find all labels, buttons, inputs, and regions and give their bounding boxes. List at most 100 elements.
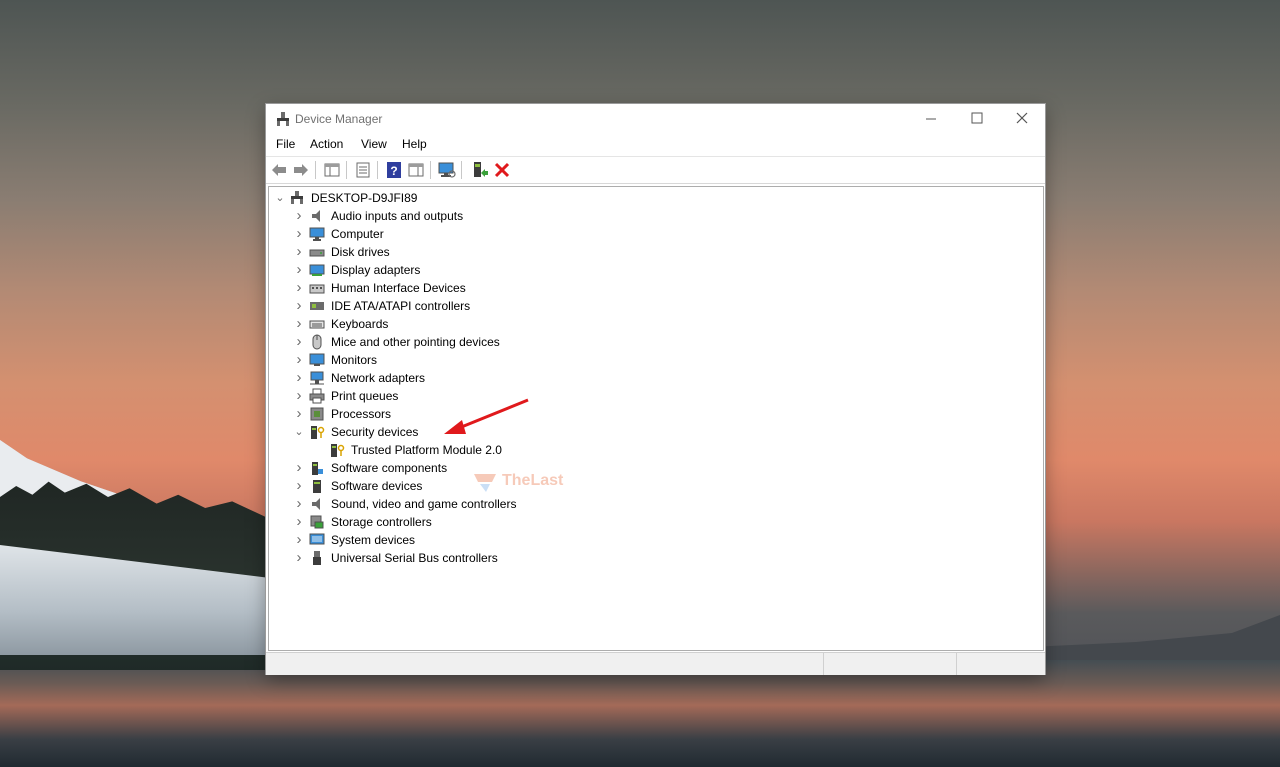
tree-item-label: System devices bbox=[331, 533, 416, 547]
tree-child-item[interactable]: Trusted Platform Module 2.0 bbox=[269, 441, 969, 459]
status-divider bbox=[823, 653, 824, 675]
chevron-right-icon[interactable]: › bbox=[292, 243, 306, 261]
action-pane-icon[interactable] bbox=[407, 161, 425, 179]
tree-item-label: Computer bbox=[331, 227, 384, 241]
menu-bar: File Action View Help bbox=[266, 134, 1045, 156]
forward-arrow-icon[interactable] bbox=[292, 161, 310, 179]
software-component-icon bbox=[312, 462, 323, 475]
chevron-right-icon[interactable]: › bbox=[292, 477, 306, 495]
sound-controller-icon bbox=[312, 498, 320, 510]
maximize-button[interactable] bbox=[954, 104, 1000, 134]
chevron-right-icon[interactable]: › bbox=[292, 225, 306, 243]
tree-category-item[interactable]: › Monitors bbox=[269, 351, 969, 369]
chevron-down-icon[interactable]: ⌄ bbox=[292, 423, 306, 441]
status-divider bbox=[956, 653, 957, 675]
window-title: Device Manager bbox=[295, 112, 383, 126]
chevron-right-icon[interactable]: › bbox=[292, 279, 306, 297]
device-tree: ⌄ DESKTOP-D9JFI89 › Audio inputs and outp… bbox=[268, 186, 1044, 651]
tree-category-item[interactable]: › Computer bbox=[269, 225, 969, 243]
chevron-right-icon[interactable]: › bbox=[292, 207, 306, 225]
chevron-right-icon[interactable]: › bbox=[292, 405, 306, 423]
toolbar: ? bbox=[266, 156, 1045, 184]
chevron-right-icon[interactable]: › bbox=[292, 495, 306, 513]
help-icon[interactable]: ? bbox=[385, 161, 403, 179]
tree-item-label: Trusted Platform Module 2.0 bbox=[351, 443, 502, 457]
close-button[interactable] bbox=[999, 104, 1045, 134]
tree-item-label: Sound, video and game controllers bbox=[331, 497, 517, 511]
tree-category-item[interactable]: › Sound, video and game controllers bbox=[269, 495, 969, 513]
properties-icon[interactable] bbox=[354, 161, 372, 179]
tree-category-item[interactable]: › Print queues bbox=[269, 387, 969, 405]
tree-item-label: Security devices bbox=[331, 425, 419, 439]
chevron-right-icon[interactable]: › bbox=[292, 351, 306, 369]
back-arrow-icon[interactable] bbox=[270, 161, 288, 179]
tree-category-item[interactable]: › Audio inputs and outputs bbox=[269, 207, 969, 225]
tree-item-label: Software devices bbox=[331, 479, 423, 493]
computer-root-icon bbox=[291, 191, 303, 204]
disk-drive-icon bbox=[309, 249, 325, 257]
tree-category-item[interactable]: › Network adapters bbox=[269, 369, 969, 387]
title-bar[interactable]: Device Manager bbox=[266, 104, 1045, 134]
ridge-background bbox=[1040, 615, 1280, 660]
tree-category-item[interactable]: › Processors bbox=[269, 405, 969, 423]
device-manager-icon bbox=[277, 112, 289, 126]
chevron-right-icon[interactable]: › bbox=[292, 549, 306, 567]
tree-root-label: DESKTOP-D9JFI89 bbox=[311, 191, 418, 205]
tree-item-label: Mice and other pointing devices bbox=[331, 335, 500, 349]
update-driver-icon[interactable] bbox=[471, 161, 489, 179]
tree-item-label: Print queues bbox=[331, 389, 399, 403]
tree-item-label: Human Interface Devices bbox=[331, 281, 466, 295]
tree-category-item[interactable]: › Universal Serial Bus controllers bbox=[269, 549, 969, 567]
menu-action[interactable]: Action bbox=[307, 137, 346, 151]
toolbar-separator bbox=[430, 161, 431, 179]
system-device-icon bbox=[309, 533, 325, 545]
status-bar bbox=[266, 652, 1045, 675]
tree-category-item[interactable]: › Mice and other pointing devices bbox=[269, 333, 969, 351]
tree-item-label: Storage controllers bbox=[331, 515, 432, 529]
chevron-right-icon[interactable]: › bbox=[292, 333, 306, 351]
tree-category-item[interactable]: › Software devices bbox=[269, 477, 969, 495]
hid-icon bbox=[309, 284, 325, 294]
tree-root[interactable]: ⌄ DESKTOP-D9JFI89 bbox=[269, 189, 969, 207]
chevron-right-icon[interactable]: › bbox=[292, 261, 306, 279]
menu-file[interactable]: File bbox=[273, 137, 298, 151]
network-adapter-icon bbox=[310, 371, 324, 385]
chevron-right-icon[interactable]: › bbox=[292, 315, 306, 333]
show-hide-tree-icon[interactable] bbox=[323, 161, 341, 179]
uninstall-device-icon[interactable] bbox=[493, 161, 511, 179]
tree-item-label: Software components bbox=[331, 461, 448, 475]
monitor-icon bbox=[309, 353, 325, 366]
chevron-right-icon[interactable]: › bbox=[292, 513, 306, 531]
mouse-icon bbox=[312, 334, 322, 350]
tree-category-item[interactable]: ⌄ Security devices bbox=[269, 423, 969, 441]
chevron-right-icon[interactable]: › bbox=[292, 369, 306, 387]
chevron-right-icon[interactable]: › bbox=[292, 297, 306, 315]
tree-item-label: Universal Serial Bus controllers bbox=[331, 551, 498, 565]
tree-category-item[interactable]: › Keyboards bbox=[269, 315, 969, 333]
scan-hardware-icon[interactable] bbox=[438, 161, 456, 179]
watermark: TheLast bbox=[472, 470, 582, 494]
keyboard-icon bbox=[309, 320, 325, 329]
menu-help[interactable]: Help bbox=[399, 137, 430, 151]
ide-controller-icon bbox=[310, 302, 324, 310]
menu-view[interactable]: View bbox=[358, 137, 390, 151]
tree-category-item[interactable]: › IDE ATA/ATAPI controllers bbox=[269, 297, 969, 315]
toolbar-separator bbox=[461, 161, 462, 179]
chevron-down-icon[interactable]: ⌄ bbox=[273, 189, 287, 207]
tree-category-item[interactable]: › Software components bbox=[269, 459, 969, 477]
tree-category-item[interactable]: › Human Interface Devices bbox=[269, 279, 969, 297]
tree-category-item[interactable]: › Disk drives bbox=[269, 243, 969, 261]
close-icon bbox=[1016, 112, 1028, 124]
watermark-text: TheLast bbox=[502, 472, 564, 489]
red-arrow-annotation bbox=[444, 398, 529, 434]
tree-item-label: Audio inputs and outputs bbox=[331, 209, 464, 223]
chevron-right-icon[interactable]: › bbox=[292, 531, 306, 549]
tree-item-label: Processors bbox=[331, 407, 392, 421]
chevron-right-icon[interactable]: › bbox=[292, 387, 306, 405]
tree-item-label: Keyboards bbox=[331, 317, 389, 331]
tree-category-item[interactable]: › Storage controllers bbox=[269, 513, 969, 531]
tree-category-item[interactable]: › System devices bbox=[269, 531, 969, 549]
chevron-right-icon[interactable]: › bbox=[292, 459, 306, 477]
tree-category-item[interactable]: › Display adapters bbox=[269, 261, 969, 279]
minimize-button[interactable] bbox=[908, 104, 954, 134]
